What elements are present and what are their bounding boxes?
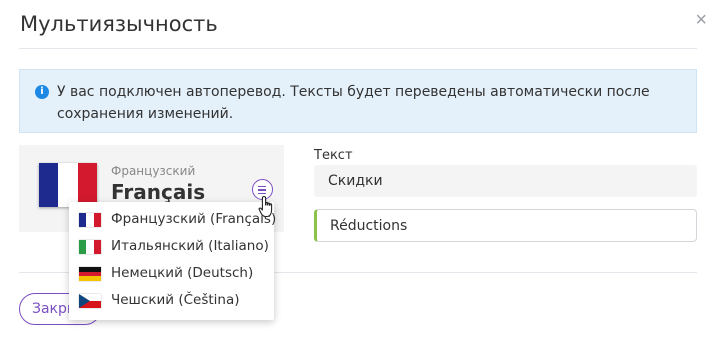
czech-flag-icon (79, 294, 101, 308)
germany-flag-icon (79, 267, 101, 282)
dropdown-item-label: Немецкий (Deutsch) (111, 265, 254, 281)
original-text-value: Скидки (314, 165, 697, 197)
dropdown-item-italian[interactable]: Итальянский (Italiano) (69, 233, 274, 260)
multilanguage-modal: Мультиязычность × i У вас подключен авто… (0, 0, 717, 344)
close-icon[interactable]: × (695, 10, 707, 30)
dropdown-item-label: Чешский (Čeština) (111, 292, 240, 308)
divider (19, 48, 697, 49)
dropdown-item-label: Французский (Français) (111, 211, 277, 227)
dropdown-item-czech[interactable]: Чешский (Čeština) (69, 287, 274, 314)
italy-flag-icon (79, 240, 101, 254)
autotranslate-alert: i У вас подключен автоперевод. Тексты бу… (19, 69, 697, 133)
dropdown-item-german[interactable]: Немецкий (Deutsch) (69, 260, 274, 287)
translated-text-input[interactable] (314, 209, 697, 242)
dropdown-item-label: Итальянский (Italiano) (111, 238, 269, 254)
language-subtitle: Французский (111, 164, 196, 178)
text-field-label: Текст (314, 148, 353, 163)
hand-cursor-icon (258, 195, 273, 218)
france-flag-icon (39, 163, 97, 207)
language-title: Français (111, 180, 206, 204)
language-dropdown: Французский (Français) Итальянский (Ital… (69, 202, 277, 320)
alert-text: У вас подключен автоперевод. Тексты буде… (57, 84, 650, 122)
info-icon: i (35, 85, 49, 99)
modal-title: Мультиязычность (20, 12, 218, 36)
france-flag-icon (79, 213, 101, 227)
dropdown-item-french[interactable]: Французский (Français) (69, 206, 277, 233)
